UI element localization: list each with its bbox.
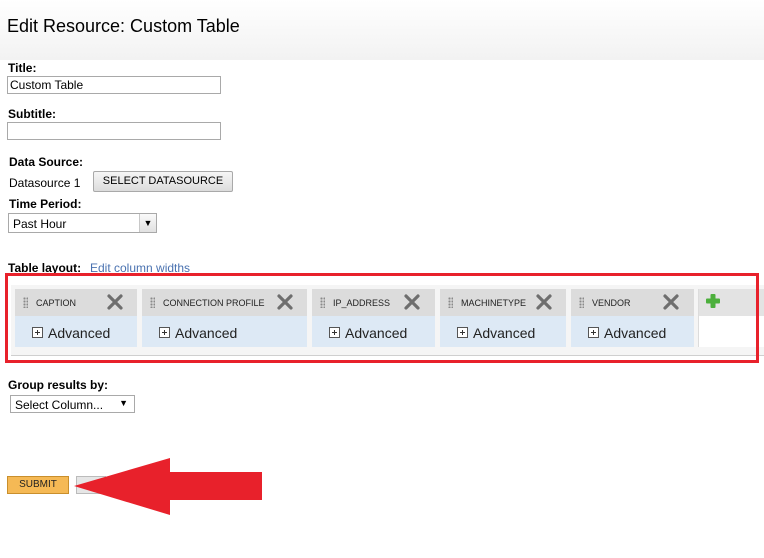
remove-column-icon[interactable] [276,293,294,311]
time-period-value: Past Hour [13,217,67,231]
grip-icon[interactable] [320,297,325,308]
column-caption[interactable]: CAPTION Advanced [15,289,137,347]
grip-icon[interactable] [23,297,28,308]
datasource-value: Datasource 1 [9,176,81,190]
table-layout-label: Table layout: [8,261,82,275]
expand-icon[interactable] [329,327,340,338]
advanced-label[interactable]: Advanced [473,325,535,341]
column-name: VENDOR [592,298,631,308]
column-machinetype[interactable]: MACHINETYPE Advanced [440,289,566,347]
subtitle-input[interactable] [7,122,221,140]
expand-icon[interactable] [159,327,170,338]
datasource-label: Data Source: [9,155,84,169]
chevron-down-icon[interactable]: ▼ [139,214,156,232]
page-title: Edit Resource: Custom Table [7,16,240,36]
column-name: IP_ADDRESS [333,298,391,308]
column-name: MACHINETYPE [461,298,527,308]
remove-column-icon[interactable] [106,293,124,311]
select-datasource-button[interactable]: SELECT DATASOURCE [93,171,233,192]
column-ip-address[interactable]: IP_ADDRESS Advanced [312,289,435,347]
column-header: CONNECTION PROFILE [142,289,307,316]
add-column-slot [698,289,764,347]
title-input[interactable]: Custom Table [7,76,221,94]
grip-icon[interactable] [150,297,155,308]
chevron-down-icon[interactable]: ▼ [119,398,128,408]
annotation-arrow [74,458,262,515]
subtitle-label: Subtitle: [8,107,56,121]
column-vendor[interactable]: VENDOR Advanced [571,289,694,347]
remove-column-icon[interactable] [535,293,553,311]
time-period-select[interactable]: Past Hour ▼ [8,213,157,233]
expand-icon[interactable] [32,327,43,338]
expand-icon[interactable] [588,327,599,338]
advanced-label[interactable]: Advanced [345,325,407,341]
group-results-label: Group results by: [8,378,109,392]
advanced-label[interactable]: Advanced [48,325,110,341]
submit-button[interactable]: SUBMIT [7,476,69,494]
time-period-label: Time Period: [9,197,82,211]
column-name: CAPTION [36,298,77,308]
column-header: VENDOR [571,289,694,316]
column-header: MACHINETYPE [440,289,566,316]
remove-column-icon[interactable] [662,293,680,311]
column-header: IP_ADDRESS [312,289,435,316]
advanced-label[interactable]: Advanced [175,325,237,341]
group-results-value: Select Column... [15,398,104,412]
grip-icon[interactable] [579,297,584,308]
column-header: CAPTION [15,289,137,316]
title-label: Title: [8,61,37,75]
expand-icon[interactable] [457,327,468,338]
advanced-label[interactable]: Advanced [604,325,666,341]
add-column-icon[interactable] [705,293,721,309]
column-connection-profile[interactable]: CONNECTION PROFILE Advanced [142,289,307,347]
column-name: CONNECTION PROFILE [163,298,265,308]
edit-column-widths-link[interactable]: Edit column widths [90,261,190,275]
group-results-select[interactable]: Select Column... ▼ [10,395,135,413]
remove-column-icon[interactable] [403,293,421,311]
grip-icon[interactable] [448,297,453,308]
